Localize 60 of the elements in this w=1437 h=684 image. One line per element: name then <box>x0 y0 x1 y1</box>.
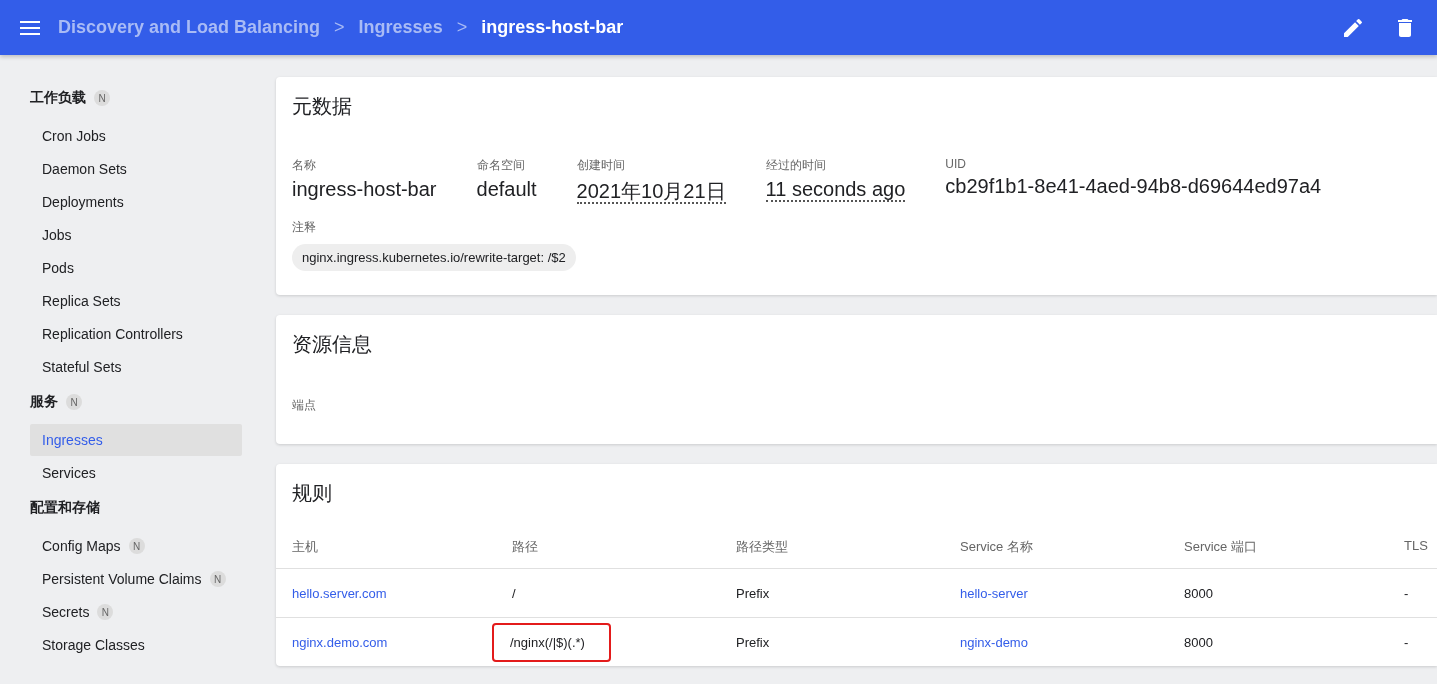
service-link[interactable]: nginx-demo <box>960 634 1028 650</box>
column-header: TLS <box>1388 522 1437 569</box>
field-value: 11 seconds ago <box>765 178 906 202</box>
table-cell: Prefix <box>720 569 944 618</box>
service-link[interactable]: hello-server <box>960 585 1028 601</box>
column-header: 路径 <box>496 522 720 569</box>
breadcrumb-separator: > <box>456 17 468 38</box>
card-title: 元数据 <box>291 94 353 119</box>
sidebar-section-title: 服务 <box>30 393 58 411</box>
sidebar-section-title: 配置和存储 <box>30 499 100 517</box>
table-cell-text: 8000 <box>1183 633 1214 652</box>
sidebar-item[interactable]: Replication Controllers <box>30 318 242 350</box>
table-cell: - <box>1388 569 1437 618</box>
path-text: / <box>512 585 516 601</box>
column-header: Service 名称 <box>944 522 1168 569</box>
breadcrumb: ingress-host-bar <box>481 17 624 38</box>
sidebar-item[interactable]: Services <box>30 457 242 489</box>
sidebar-item[interactable]: Jobs <box>30 219 242 251</box>
sidebar-item[interactable]: Deployments <box>30 186 242 218</box>
host-link[interactable]: hello.server.com <box>292 585 387 601</box>
namespace-badge: N <box>94 90 110 106</box>
sidebar-item[interactable]: Ingresses <box>30 424 242 456</box>
sidebar-section-title: 工作负载 <box>30 89 86 107</box>
namespace-badge: N <box>128 538 145 554</box>
column-header: 路径类型 <box>720 522 944 569</box>
card-title: 资源信息 <box>291 332 373 357</box>
sidebar-item[interactable]: Config Maps N <box>30 530 242 562</box>
field-label: 端点 <box>292 398 316 412</box>
sidebar-item[interactable]: Cron Jobs <box>30 120 242 152</box>
field-value: default <box>476 178 537 200</box>
sidebar-item[interactable]: Daemon Sets <box>30 153 242 185</box>
field-value: 2021年10月21日 <box>576 180 726 204</box>
table-cell-text: Prefix <box>735 633 771 652</box>
host-link[interactable]: nginx.demo.com <box>292 634 388 650</box>
field-value: ingress-host-bar <box>292 178 437 200</box>
sidebar-item[interactable]: Stateful Sets <box>30 351 242 383</box>
field-label: 创建时间 <box>576 157 626 174</box>
breadcrumb-separator: > <box>334 17 345 38</box>
sidebar-item[interactable]: Storage Classes <box>30 629 242 661</box>
table-cell-text: - <box>1403 633 1410 652</box>
menu-icon[interactable] <box>20 19 40 36</box>
sidebar-item[interactable]: Persistent Volume Claims N <box>30 563 242 595</box>
sidebar-item[interactable]: Replica Sets <box>30 285 242 317</box>
field-label: 注释 <box>292 219 317 236</box>
column-header: 主机 <box>276 522 496 569</box>
field-label: 名称 <box>292 157 317 174</box>
namespace-badge: N <box>66 394 82 410</box>
field-label: 经过的时间 <box>765 157 827 174</box>
field-label: UID <box>945 157 967 171</box>
field-label: 命名空间 <box>476 157 526 174</box>
annotation-chip: nginx.ingress.kubernetes.io/rewrite-target: /$2 <box>292 244 576 271</box>
column-header: Service 端口 <box>1168 522 1388 569</box>
namespace-badge: N <box>97 604 114 620</box>
sidebar-item[interactable]: Pods <box>30 252 242 284</box>
field-value: cb29f1b1-8e41-4aed-94b8-d69644ed97a4 <box>945 175 1322 197</box>
table-cell: 8000 <box>1168 569 1388 618</box>
path-text: /nginx(/|$)(.*) <box>492 622 611 662</box>
sidebar-item[interactable]: Secrets N <box>30 596 242 628</box>
namespace-badge: N <box>209 571 226 587</box>
card-title: 规则 <box>291 481 333 506</box>
